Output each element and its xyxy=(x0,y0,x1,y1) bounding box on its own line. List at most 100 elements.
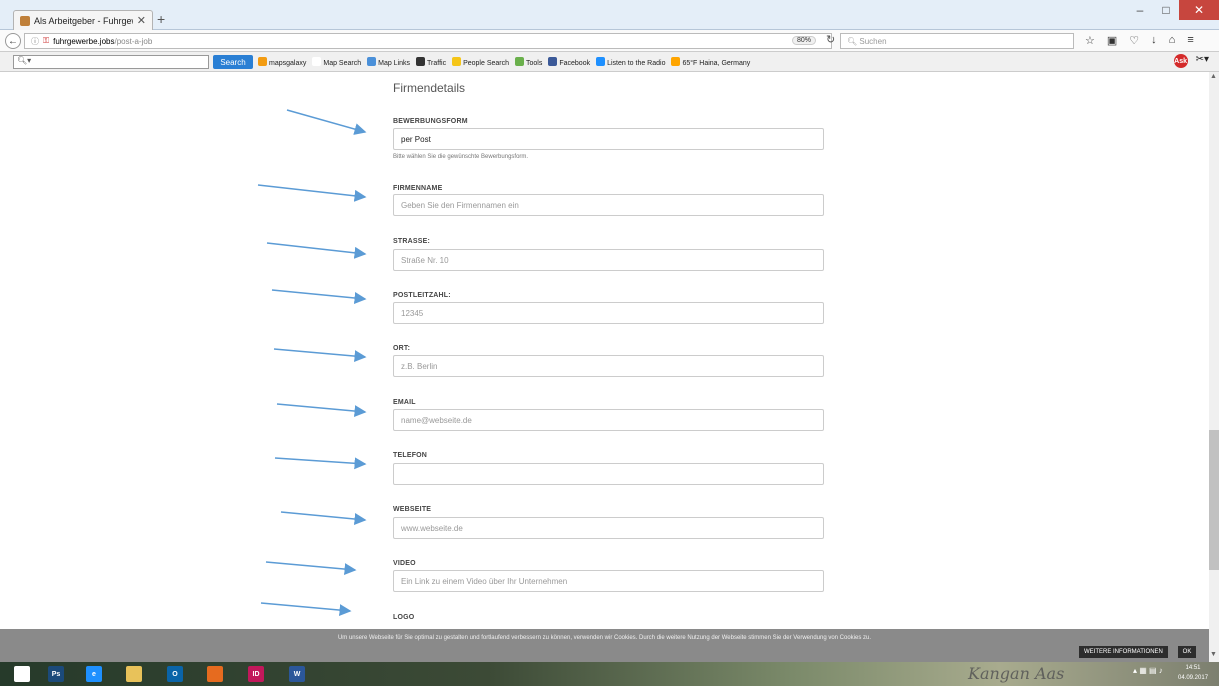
input-telefon[interactable] xyxy=(393,463,824,485)
toolbar-link[interactable]: Traffic xyxy=(416,57,446,67)
label-video: VIDEO xyxy=(393,560,416,567)
reload-icon[interactable]: ↻ xyxy=(826,33,835,46)
ask-icon[interactable]: Ask xyxy=(1173,54,1188,68)
minimize-button[interactable]: – xyxy=(1127,0,1153,20)
toolbar-link[interactable]: Map Links xyxy=(367,57,410,67)
hint-bewerbungsform: Bitte wählen Sie die gewünschte Bewerbun… xyxy=(393,154,529,160)
toolbar-link-icon xyxy=(312,57,322,66)
window-controls: – □ ✕ xyxy=(1127,0,1219,20)
indesign-icon: ID xyxy=(248,666,264,682)
toolbar-link[interactable]: mapsgalaxy xyxy=(258,57,306,67)
toolbar-links: mapsgalaxy Map Search Map Links Traffic Peop… xyxy=(258,57,750,67)
word-taskbar-icon[interactable]: W xyxy=(285,664,309,684)
file-explorer-taskbar-icon[interactable] xyxy=(122,664,146,684)
toolbar-link[interactable]: 65°F Haina, Germany xyxy=(671,57,750,67)
browser-search-box[interactable]: 🔍︎ Suchen xyxy=(840,33,1074,49)
annotation-arrows xyxy=(257,109,367,617)
navigation-bar: ← ⓘ ⚿ fuhrgewerbe.jobs/post-a-job 80% ↻ … xyxy=(0,30,1219,52)
settings-icon[interactable]: ✂▾ xyxy=(1196,54,1209,68)
input-email[interactable]: name@webseite.de xyxy=(393,409,824,431)
reading-list-icon[interactable]: ▣ xyxy=(1107,34,1117,47)
toolbar-link-label: Map Links xyxy=(378,60,411,67)
page-scrollbar[interactable] xyxy=(1209,72,1219,662)
taskbar-clock[interactable]: 14:51 04.09.2017 xyxy=(1178,663,1208,683)
annotation-arrow xyxy=(266,242,367,259)
zoom-indicator[interactable]: 80% xyxy=(792,36,817,45)
toolbar-link[interactable]: People Search xyxy=(452,57,509,67)
toolbar-link-icon xyxy=(367,57,377,66)
maximize-button[interactable]: □ xyxy=(1153,0,1179,20)
input-ort[interactable]: z.B. Berlin xyxy=(393,355,824,377)
input-webseite[interactable]: www.webseite.de xyxy=(393,517,824,539)
cookie-text: Um unsere Webseite für Sie optimal zu ge… xyxy=(337,635,872,641)
bookmark-star-icon[interactable]: ☆ xyxy=(1085,34,1095,47)
network-icon[interactable]: ▴ ▦ ▤ ♪ xyxy=(1133,666,1163,675)
download-icon[interactable]: ↓ xyxy=(1151,34,1157,47)
toolbar-link[interactable]: Facebook xyxy=(548,57,590,67)
clock-date: 04.09.2017 xyxy=(1178,675,1209,681)
browser-tab[interactable]: Als Arbeitgeber - Fuhrgewer ✕ xyxy=(13,10,153,30)
section-title: Firmendetails xyxy=(393,81,466,95)
scroll-up-icon[interactable]: ▲ xyxy=(1210,73,1217,80)
label-email: EMAIL xyxy=(393,399,416,406)
annotation-arrow xyxy=(257,184,367,202)
input-firmenname[interactable]: Geben Sie den Firmennamen ein xyxy=(393,194,824,216)
annotation-arrow xyxy=(274,457,367,470)
toolbar-link-label: mapsgalaxy xyxy=(269,60,307,67)
toolbar-link-label: Listen to the Radio xyxy=(607,60,666,67)
tab-title: Als Arbeitgeber - Fuhrgewer xyxy=(34,15,133,26)
internet-explorer-taskbar-icon[interactable]: e xyxy=(82,664,106,684)
label-telefon: TELEFON xyxy=(393,452,428,459)
firefox-taskbar-icon[interactable] xyxy=(203,664,227,684)
label-strasse: STRASSE: xyxy=(393,238,430,245)
label-ort: ORT: xyxy=(393,345,411,352)
windows-start-taskbar-icon[interactable] xyxy=(10,664,34,684)
url-path: /post-a-job xyxy=(114,36,153,46)
favicon-icon xyxy=(20,15,30,26)
indesign-taskbar-icon[interactable]: ID xyxy=(244,664,268,684)
label-postleitzahl: POSTLEITZAHL: xyxy=(393,292,451,299)
toolbar-link[interactable]: Tools xyxy=(515,57,542,67)
home-icon[interactable]: ⌂ xyxy=(1169,34,1176,47)
scroll-down-icon[interactable]: ▼ xyxy=(1210,651,1217,658)
photoshop-taskbar-icon[interactable]: Ps xyxy=(44,664,68,684)
info-icon[interactable]: ⓘ xyxy=(31,36,39,47)
tab-close-icon[interactable]: ✕ xyxy=(137,14,146,27)
input-postleitzahl[interactable]: 12345 xyxy=(393,302,824,324)
toolbar-right-icons: Ask ✂▾ xyxy=(1173,54,1209,68)
annotation-arrow xyxy=(280,511,367,525)
toolbar-link-icon xyxy=(258,57,267,66)
cookie-banner: Um unsere Webseite für Sie optimal zu ge… xyxy=(0,629,1209,662)
input-strasse[interactable]: Straße Nr. 10 xyxy=(393,249,824,271)
cookie-ok-button[interactable]: OK xyxy=(1178,646,1196,658)
annotation-arrow xyxy=(273,348,367,363)
annotation-arrow xyxy=(271,289,367,304)
insecure-lock-icon[interactable]: ⚿ xyxy=(43,36,49,46)
toolbar-link[interactable]: Map Search xyxy=(312,57,361,67)
annotation-arrow xyxy=(265,561,357,576)
annotation-arrow xyxy=(286,109,367,135)
toolbar-link-icon xyxy=(515,57,524,66)
pocket-icon[interactable]: ♡ xyxy=(1129,34,1139,47)
outlook-taskbar-icon[interactable]: O xyxy=(163,664,187,684)
new-tab-button[interactable]: + xyxy=(157,11,165,27)
firefox-icon xyxy=(207,666,223,682)
toolbar-link[interactable]: Listen to the Radio xyxy=(596,57,665,67)
menu-icon[interactable]: ≡ xyxy=(1187,34,1193,47)
input-video[interactable]: Ein Link zu einem Video über Ihr Unterne… xyxy=(393,570,824,592)
addon-toolbar: 🔍︎▾ Search mapsgalaxy Map Search Map Links… xyxy=(0,52,1219,72)
photoshop-icon: Ps xyxy=(48,666,64,682)
scrollbar-thumb[interactable] xyxy=(1209,430,1219,570)
toolbar-search-input[interactable]: 🔍︎▾ xyxy=(13,55,209,69)
file-explorer-icon xyxy=(126,666,142,682)
browser-search-placeholder: Suchen xyxy=(859,36,887,46)
toolbar-search-button[interactable]: Search xyxy=(213,55,253,69)
back-button[interactable]: ← xyxy=(5,33,21,49)
address-bar[interactable]: ⓘ ⚿ fuhrgewerbe.jobs/post-a-job xyxy=(24,33,832,49)
page-content: Firmendetails BEWERBUNGSFORM per Post Bi… xyxy=(0,72,1209,629)
toolbar-link-label: Facebook xyxy=(559,60,591,67)
close-window-button[interactable]: ✕ xyxy=(1179,0,1219,20)
cookie-more-info-button[interactable]: WEITERE INFORMATIONEN xyxy=(1079,646,1168,658)
select-bewerbungsform[interactable]: per Post xyxy=(393,128,824,150)
system-tray: ▴ ▦ ▤ ♪ xyxy=(1133,666,1163,675)
